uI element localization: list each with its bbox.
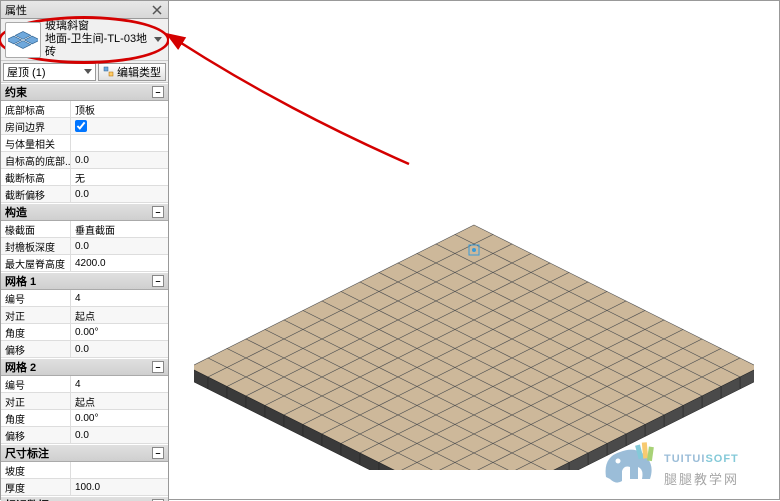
- property-label: 厚度: [1, 479, 71, 495]
- property-value[interactable]: 0.0: [71, 152, 168, 168]
- property-row[interactable]: 截断偏移0.0: [1, 186, 168, 203]
- type-name: 玻璃斜窗 地面-卫生间-TL-03地砖: [45, 20, 152, 59]
- property-row[interactable]: 对正起点: [1, 307, 168, 324]
- property-row[interactable]: 编号4: [1, 290, 168, 307]
- viewport-3d[interactable]: [169, 1, 779, 499]
- property-label: 对正: [1, 393, 71, 409]
- property-row[interactable]: 底部标高顶板: [1, 101, 168, 118]
- property-row[interactable]: 厚度100.0: [1, 479, 168, 496]
- expand-icon: –: [152, 361, 164, 373]
- property-row[interactable]: 截断标高无: [1, 169, 168, 186]
- expand-icon: –: [152, 447, 164, 459]
- property-label: 偏移: [1, 427, 71, 443]
- property-label: 编号: [1, 290, 71, 306]
- watermark: TUITUISOFT 腿腿教学网: [598, 437, 739, 489]
- property-label: 角度: [1, 324, 71, 340]
- property-value[interactable]: 起点: [71, 393, 168, 409]
- property-label: 截断偏移: [1, 186, 71, 202]
- tile-icon: [8, 25, 38, 55]
- property-value[interactable]: 0.0: [71, 341, 168, 357]
- property-value[interactable]: 顶板: [71, 101, 168, 117]
- property-label: 偏移: [1, 341, 71, 357]
- filter-label: 屋顶 (1): [7, 64, 46, 80]
- type-line1: 玻璃斜窗: [45, 20, 152, 33]
- expand-icon: –: [152, 275, 164, 287]
- property-row[interactable]: 自标高的底部...0.0: [1, 152, 168, 169]
- property-value[interactable]: 无: [71, 169, 168, 185]
- edit-type-icon: [103, 66, 115, 78]
- edit-type-button[interactable]: 编辑类型: [98, 63, 166, 81]
- property-value[interactable]: 100.0: [71, 479, 168, 495]
- property-row[interactable]: 对正起点: [1, 393, 168, 410]
- property-label: 最大屋脊高度: [1, 255, 71, 271]
- property-value[interactable]: 0.00°: [71, 410, 168, 426]
- property-row[interactable]: 椽截面垂直截面: [1, 221, 168, 238]
- property-label: 对正: [1, 307, 71, 323]
- property-label: 封檐板深度: [1, 238, 71, 254]
- view-center-marker: [465, 241, 483, 259]
- panel-title: 属性: [5, 2, 27, 18]
- group-header[interactable]: 网格 2–: [1, 358, 168, 376]
- property-label: 坡度: [1, 462, 71, 478]
- property-value[interactable]: 0.0: [71, 186, 168, 202]
- property-row[interactable]: 角度0.00°: [1, 324, 168, 341]
- property-value[interactable]: 垂直截面: [71, 221, 168, 237]
- property-value[interactable]: 起点: [71, 307, 168, 323]
- checkbox-input[interactable]: [75, 120, 87, 132]
- property-value[interactable]: 0.0: [71, 427, 168, 443]
- property-row[interactable]: 最大屋脊高度4200.0: [1, 255, 168, 272]
- property-value[interactable]: [71, 118, 168, 134]
- close-icon: [152, 5, 162, 15]
- property-value[interactable]: 4200.0: [71, 255, 168, 271]
- property-row[interactable]: 角度0.00°: [1, 410, 168, 427]
- property-list[interactable]: 约束–底部标高顶板房间边界与体量相关自标高的底部...0.0截断标高无截断偏移0…: [1, 83, 168, 501]
- property-row[interactable]: 房间边界: [1, 118, 168, 135]
- type-thumbnail: [5, 22, 41, 58]
- watermark-main: TUITUISOFT: [664, 438, 739, 469]
- group-header[interactable]: 尺寸标注–: [1, 444, 168, 462]
- property-label: 编号: [1, 376, 71, 392]
- watermark-sub: 腿腿教学网: [664, 469, 739, 488]
- property-label: 自标高的底部...: [1, 152, 71, 168]
- group-header[interactable]: 标识数据–: [1, 496, 168, 501]
- property-value[interactable]: [71, 462, 168, 478]
- property-row[interactable]: 偏移0.0: [1, 427, 168, 444]
- property-label: 截断标高: [1, 169, 71, 185]
- property-row[interactable]: 偏移0.0: [1, 341, 168, 358]
- property-label: 底部标高: [1, 101, 71, 117]
- property-row[interactable]: 坡度: [1, 462, 168, 479]
- property-label: 角度: [1, 410, 71, 426]
- panel-close-button[interactable]: [150, 3, 164, 17]
- group-header[interactable]: 约束–: [1, 83, 168, 101]
- property-value[interactable]: 4: [71, 290, 168, 306]
- instance-filter-combo[interactable]: 屋顶 (1): [3, 63, 96, 81]
- property-value[interactable]: 0.00°: [71, 324, 168, 340]
- property-value[interactable]: [71, 135, 168, 151]
- group-header[interactable]: 构造–: [1, 203, 168, 221]
- filter-row: 屋顶 (1) 编辑类型: [1, 61, 168, 83]
- properties-panel: 属性 玻璃斜窗 地面-卫生间-TL-03地砖 屋顶 (1): [1, 1, 169, 501]
- panel-header: 属性: [1, 1, 168, 19]
- chevron-down-icon: [84, 69, 92, 74]
- property-row[interactable]: 封檐板深度0.0: [1, 238, 168, 255]
- property-row[interactable]: 编号4: [1, 376, 168, 393]
- group-header[interactable]: 网格 1–: [1, 272, 168, 290]
- property-row[interactable]: 与体量相关: [1, 135, 168, 152]
- edit-type-label: 编辑类型: [117, 64, 161, 80]
- property-value[interactable]: 0.0: [71, 238, 168, 254]
- expand-icon: –: [152, 86, 164, 98]
- property-label: 房间边界: [1, 118, 71, 134]
- type-line2: 地面-卫生间-TL-03地砖: [45, 33, 152, 59]
- property-label: 椽截面: [1, 221, 71, 237]
- type-selector[interactable]: 玻璃斜窗 地面-卫生间-TL-03地砖: [1, 19, 168, 61]
- expand-icon: –: [152, 206, 164, 218]
- property-label: 与体量相关: [1, 135, 71, 151]
- elephant-logo-icon: [598, 437, 658, 489]
- chevron-down-icon: [152, 34, 164, 46]
- property-value[interactable]: 4: [71, 376, 168, 392]
